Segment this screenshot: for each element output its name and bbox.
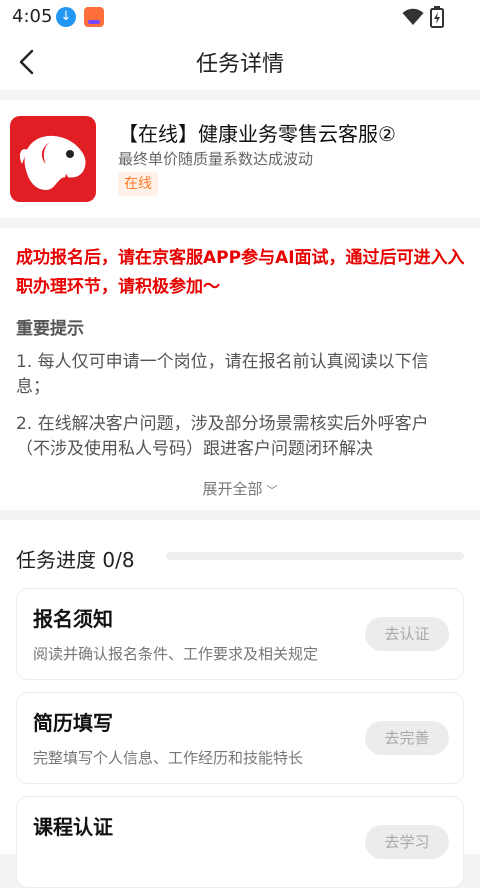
chevron-down-icon: ﹀	[266, 484, 278, 497]
wifi-icon	[402, 8, 424, 25]
progress-bar	[166, 552, 464, 560]
task-desc: 完整填写个人信息、工作经历和技能特长	[33, 749, 304, 767]
task-desc: 阅读并确认报名条件、工作要求及相关规定	[33, 645, 319, 663]
expand-label: 展开全部	[202, 480, 263, 498]
header-bar: 任务详情	[0, 34, 480, 90]
notice-highlight: 成功报名后，请在京客服APP参与AI面试，通过后可进入入职办理环节，请积极参加～	[16, 248, 465, 297]
task-name: 课程认证	[33, 815, 113, 839]
task-name: 简历填写	[33, 711, 113, 735]
notice-card: 成功报名后，请在京客服APP参与AI面试，通过后可进入入职办理环节，请积极参加～…	[0, 228, 480, 510]
expand-all-button[interactable]: 展开全部 ﹀	[0, 478, 480, 499]
jd-dog-logo	[10, 116, 96, 202]
notice-item: 2. 在线解决客户问题，涉及部分场景需核实后外呼客户（不涉及使用私人号码）跟进客…	[16, 414, 429, 459]
complete-button[interactable]: 去完善	[365, 721, 449, 755]
task-item-registration[interactable]: 报名须知 阅读并确认报名条件、工作要求及相关规定 去认证	[16, 588, 464, 680]
app-notification-icon	[84, 7, 104, 27]
status-bar: 4:05 ↓	[0, 0, 480, 34]
download-icon: ↓	[56, 7, 76, 27]
battery-icon	[430, 6, 444, 28]
app-title: 【在线】健康业务零售云客服②	[118, 122, 396, 146]
status-time: 4:05	[12, 6, 53, 27]
app-info-card: 【在线】健康业务零售云客服② 最终单价随质量系数达成波动 在线	[0, 100, 480, 218]
notice-heading: 重要提示	[16, 319, 84, 339]
task-progress-card: 任务进度 0/8 报名须知 阅读并确认报名条件、工作要求及相关规定 去认证 简历…	[0, 520, 480, 888]
notice-item: 1. 每人仅可申请一个岗位，请在报名前认真阅读以下信息；	[16, 352, 429, 397]
verify-button[interactable]: 去认证	[365, 617, 449, 651]
app-subtitle: 最终单价随质量系数达成波动	[118, 150, 314, 168]
task-item-resume[interactable]: 简历填写 完整填写个人信息、工作经历和技能特长 去完善	[16, 692, 464, 784]
progress-title: 任务进度 0/8	[16, 548, 135, 572]
task-name: 报名须知	[33, 607, 113, 631]
status-badge: 在线	[118, 172, 158, 196]
page-title: 任务详情	[195, 52, 284, 77]
task-item-course[interactable]: 课程认证 去学习	[16, 796, 464, 888]
